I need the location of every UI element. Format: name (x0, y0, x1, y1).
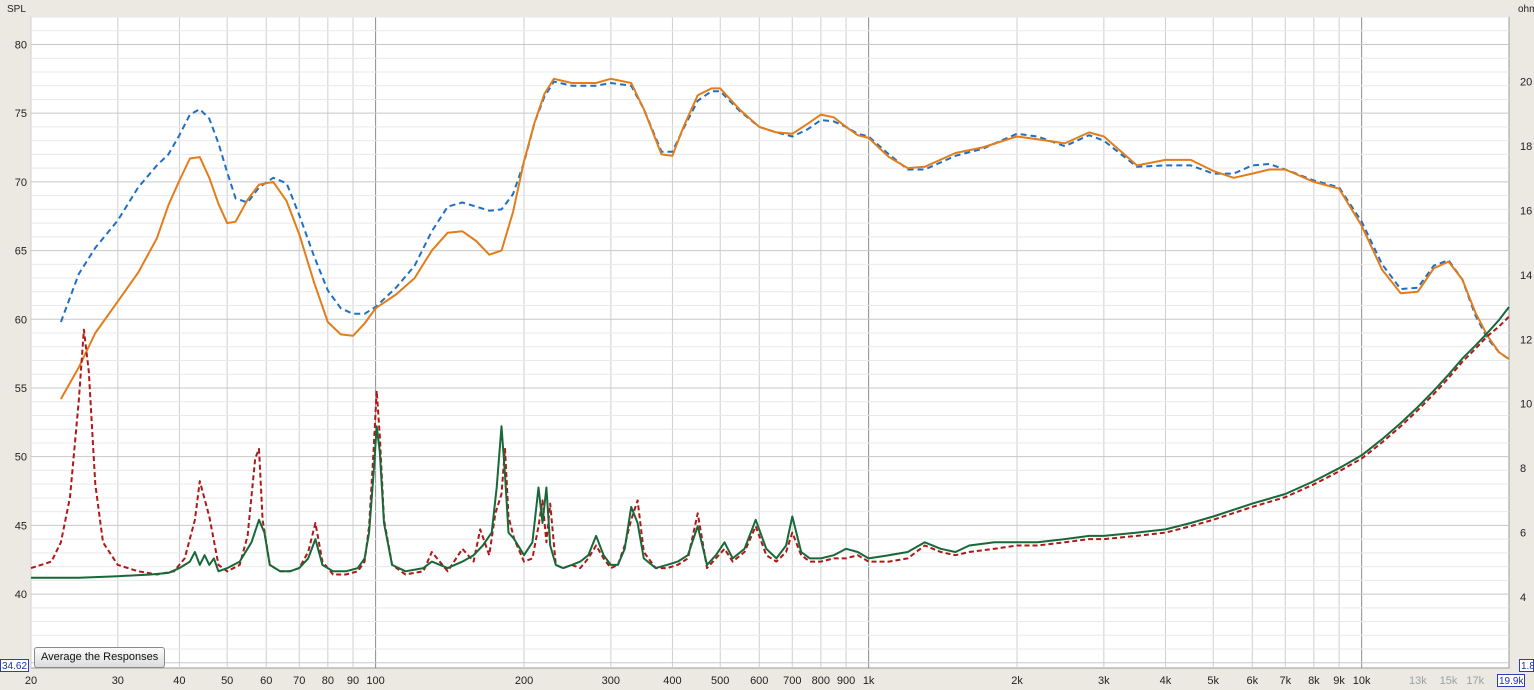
right-y-tick-label: 14 (1520, 270, 1532, 282)
x-tick-label: 70 (293, 675, 305, 687)
left-y-tick-label: 75 (15, 108, 27, 120)
right-y-tick-label: 4 (1520, 592, 1526, 604)
right-y-tick-label: 12 (1520, 334, 1532, 346)
left-y-tick-label: 65 (15, 246, 27, 258)
plot-area (30, 16, 1510, 669)
right-y-tick-label: 8 (1520, 463, 1526, 475)
max-frequency-readout[interactable]: 19.9k (1497, 674, 1526, 687)
frequency-response-chart: 20 30 40 50 60 70 80 90 100 200 300 400 500 600 700 800… (15, 16, 1532, 687)
x-tick-label: 1k (863, 675, 875, 687)
left-y-tick-label: 70 (15, 177, 27, 189)
x-tick-label: 30 (112, 675, 124, 687)
left-axis-ticks: 40 45 50 55 60 65 70 75 80 (15, 39, 27, 601)
x-tick-label: 7k (1279, 675, 1291, 687)
x-tick-label: 800 (812, 675, 830, 687)
right-axis-ticks: 4 6 8 10 12 14 16 18 20 (1520, 76, 1532, 604)
x-tick-label: 9k (1333, 675, 1345, 687)
x-tick-label: 500 (711, 675, 729, 687)
x-tick-label: 3k (1098, 675, 1110, 687)
min-spl-readout[interactable]: 34.62 (0, 659, 30, 672)
right-y-tick-label: 18 (1520, 141, 1532, 153)
x-tick-label: 400 (663, 675, 681, 687)
right-y-tick-label: 20 (1520, 76, 1532, 88)
x-tick-label: 5k (1207, 675, 1219, 687)
x-tick-label: 2k (1011, 675, 1023, 687)
x-tick-label: 17k (1466, 675, 1484, 687)
x-tick-label: 50 (221, 675, 233, 687)
left-y-tick-label: 40 (15, 589, 27, 601)
x-tick-label: 4k (1160, 675, 1172, 687)
left-y-tick-label: 60 (15, 314, 27, 326)
x-tick-label: 600 (750, 675, 768, 687)
right-y-tick-label: 16 (1520, 205, 1532, 217)
left-y-tick-label: 55 (15, 383, 27, 395)
x-tick-label: 80 (322, 675, 334, 687)
x-tick-label: 6k (1246, 675, 1258, 687)
left-y-tick-label: 45 (15, 520, 27, 532)
x-tick-label: 100 (366, 675, 384, 687)
x-tick-label: 700 (783, 675, 801, 687)
x-tick-label: 300 (602, 675, 620, 687)
x-tick-label: 900 (837, 675, 855, 687)
x-tick-label: 15k (1440, 675, 1458, 687)
left-y-tick-label: 50 (15, 452, 27, 464)
x-tick-label: 8k (1308, 675, 1320, 687)
x-tick-label: 200 (515, 675, 533, 687)
x-axis-ticks: 20 30 40 50 60 70 80 90 100 200 300 400 500 600 700 800… (25, 675, 1485, 687)
right-y-tick-label: 10 (1520, 399, 1532, 411)
x-tick-label: 20 (25, 675, 37, 687)
right-y-tick-label: 6 (1520, 528, 1526, 540)
x-tick-label: 60 (260, 675, 272, 687)
left-y-tick-label: 80 (15, 39, 27, 51)
right-axis-label: ohms (1518, 4, 1534, 15)
right-min-readout[interactable]: 1.8 (1519, 659, 1534, 672)
x-tick-label: 10k (1353, 675, 1371, 687)
x-tick-label: 40 (173, 675, 185, 687)
x-tick-label: 90 (347, 675, 359, 687)
x-tick-label: 13k (1409, 675, 1427, 687)
left-axis-label: SPL (7, 4, 26, 15)
average-responses-button[interactable]: Average the Responses (34, 647, 166, 668)
